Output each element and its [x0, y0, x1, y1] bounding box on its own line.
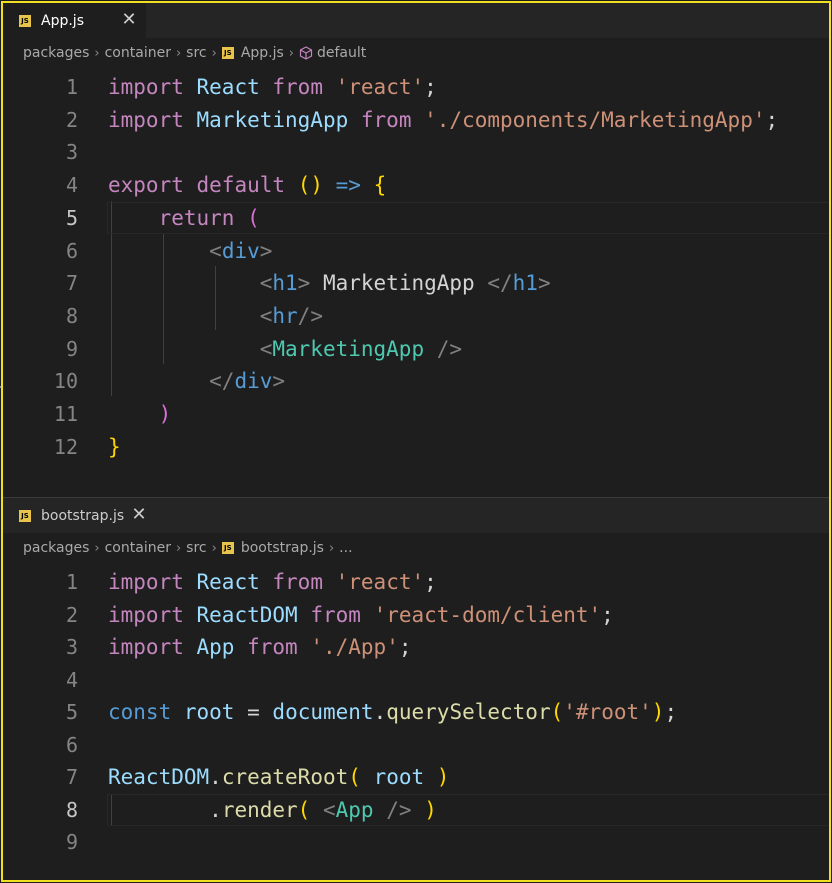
breadcrumb: packages › container › src › JS bootstra…	[23, 537, 353, 559]
code-text: )	[158, 402, 172, 426]
javascript-file-icon: JS	[19, 14, 31, 27]
code-line[interactable]: 7 <h1> MarketingApp </h1>	[3, 267, 829, 300]
breadcrumb-item-symbol[interactable]: default	[317, 45, 366, 61]
code-line[interactable]: 11 )	[3, 398, 829, 431]
code-line[interactable]: 9 <MarketingApp />	[3, 333, 829, 366]
line-number: 5	[65, 700, 78, 724]
close-icon[interactable]: ✕	[130, 505, 148, 525]
editor-pane-app[interactable]: JS App.js ✕ packages › container › src ›…	[3, 3, 829, 497]
chevron-right-icon: ›	[328, 540, 335, 556]
breadcrumb-item-packages[interactable]: packages	[23, 540, 89, 556]
code-text: <MarketingApp />	[259, 336, 463, 361]
breadcrumb: packages › container › src › JS App.js ›…	[23, 42, 366, 64]
chevron-right-icon: ›	[175, 45, 182, 61]
line-number: 3	[65, 635, 78, 659]
line-number: 12	[53, 434, 78, 459]
symbol-module-icon	[299, 46, 313, 60]
code-text: <h1> MarketingApp </h1>	[259, 271, 551, 296]
code-line[interactable]: 5 const root = document.querySelector('#…	[3, 696, 829, 729]
code-line-active[interactable]: 8 .render( <App /> )	[3, 793, 829, 827]
close-icon[interactable]: ✕	[120, 10, 138, 30]
code-text: import ReactDOM from 'react-dom/client';	[108, 602, 614, 627]
breadcrumb-item-src[interactable]: src	[186, 540, 206, 556]
line-number: 7	[65, 765, 78, 789]
line-number: 6	[65, 238, 78, 263]
chevron-right-icon: ›	[94, 45, 100, 61]
line-number: 4	[65, 173, 78, 198]
breadcrumb-item-container[interactable]: container	[105, 540, 171, 556]
tab-bootstrap-js[interactable]: JS bootstrap.js ✕	[3, 498, 156, 533]
code-line[interactable]: 3 import App from './App';	[3, 631, 829, 664]
breadcrumb-item-src[interactable]: src	[186, 45, 206, 61]
tab-app-js[interactable]: JS App.js ✕	[3, 3, 146, 38]
breadcrumb-item-file[interactable]: App.js	[241, 45, 284, 61]
line-number: 9	[65, 336, 78, 361]
code-line[interactable]: 6	[3, 729, 829, 762]
line-number: 5	[65, 205, 78, 230]
breadcrumb-item-file[interactable]: bootstrap.js	[241, 540, 324, 556]
code-text: const root = document.querySelector('#ro…	[108, 700, 678, 724]
line-number: 10	[53, 369, 78, 394]
breadcrumb-item-container[interactable]: container	[105, 45, 171, 61]
code-line-active[interactable]: 5 return (	[3, 201, 829, 235]
code-line[interactable]: 9	[3, 826, 829, 859]
code-text: </div>	[209, 369, 286, 394]
tab-label: App.js	[41, 12, 84, 29]
tab-bar: JS bootstrap.js ✕	[3, 498, 829, 533]
javascript-file-icon: JS	[19, 509, 31, 522]
code-text: <div>	[209, 238, 273, 263]
code-line[interactable]: 4	[3, 664, 829, 697]
code-line[interactable]: 6 <div>	[3, 235, 829, 268]
line-number: 3	[65, 140, 78, 165]
code-line[interactable]: 7 ReactDOM.createRoot( root )	[3, 761, 829, 794]
line-number: 4	[65, 667, 78, 692]
chevron-right-icon: ›	[94, 540, 100, 556]
line-number: 6	[65, 732, 78, 757]
line-number: 9	[65, 830, 78, 854]
code-text: export default () => {	[108, 173, 387, 198]
code-text: import React from 'react';	[108, 570, 437, 594]
code-line[interactable]: 1 import React from 'react';	[3, 71, 829, 104]
code-text: }	[108, 434, 121, 459]
code-text: <hr/>	[259, 303, 323, 328]
code-text: import App from './App';	[108, 635, 412, 659]
tab-label: bootstrap.js	[41, 507, 125, 524]
line-number: 8	[65, 303, 78, 328]
javascript-file-icon: JS	[221, 542, 234, 554]
chevron-right-icon: ›	[288, 45, 294, 61]
code-text: .render( <App /> )	[209, 797, 437, 822]
breadcrumb-item-packages[interactable]: packages	[23, 45, 89, 61]
tab-bar: JS App.js ✕	[3, 3, 829, 38]
code-text: return (	[158, 205, 260, 230]
code-text: import MarketingApp from './components/M…	[108, 107, 779, 132]
chevron-right-icon: ›	[211, 45, 217, 61]
code-line[interactable]: 1 import React from 'react';	[3, 566, 829, 599]
editor-pane-bootstrap[interactable]: JS bootstrap.js ✕ packages › container ›…	[3, 498, 829, 878]
code-text: import React from 'react';	[108, 75, 437, 99]
line-number: 7	[65, 271, 78, 296]
code-line[interactable]: 12 }	[3, 431, 829, 464]
code-text: ReactDOM.createRoot( root )	[108, 765, 450, 789]
code-line[interactable]: 8 <hr/>	[3, 300, 829, 333]
javascript-file-icon: JS	[221, 47, 234, 59]
code-line[interactable]: 4 export default () => {	[3, 169, 829, 202]
line-number: 1	[65, 75, 78, 99]
code-line[interactable]: 2 import MarketingApp from './components…	[3, 104, 829, 137]
chevron-right-icon: ›	[211, 540, 217, 556]
code-line[interactable]: 2 import ReactDOM from 'react-dom/client…	[3, 599, 829, 632]
line-number: 1	[65, 570, 78, 594]
chevron-right-icon: ›	[175, 540, 182, 556]
line-number: 2	[65, 602, 78, 627]
code-line[interactable]: 3	[3, 136, 829, 169]
breadcrumb-item-more[interactable]: ...	[339, 540, 352, 556]
line-number: 2	[65, 107, 78, 132]
code-line[interactable]: 10 </div>	[3, 365, 829, 398]
line-number: 8	[65, 797, 78, 822]
line-number: 11	[53, 402, 78, 426]
